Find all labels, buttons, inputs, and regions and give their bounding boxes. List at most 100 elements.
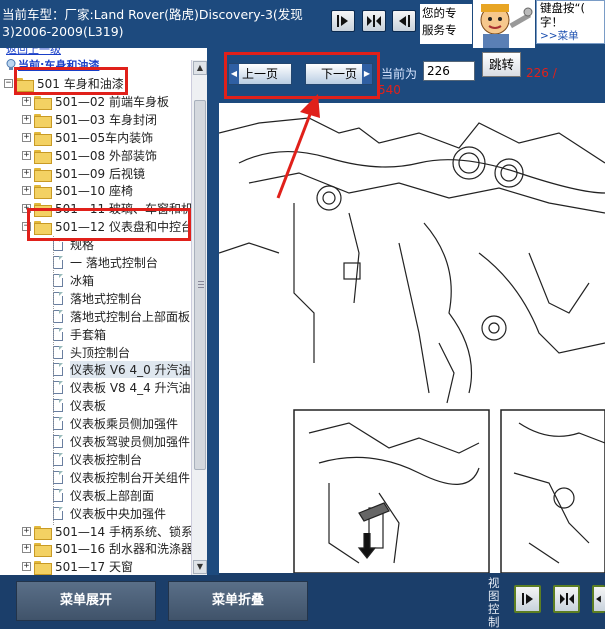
document-icon — [53, 309, 63, 323]
tree-folder-item[interactable]: +501—09 后视镜 — [22, 165, 145, 182]
arrow-left-icon — [399, 15, 410, 27]
vehicle-model-text: 当前车型：厂家:Land Rover(路虎)Discovery-3(发现3)20… — [2, 7, 303, 39]
folder-icon — [34, 149, 52, 164]
collapse-toggle-icon[interactable]: − — [4, 79, 13, 88]
tree-item-label: 501—17 天窗 — [55, 560, 133, 575]
tree-item-label: 501—05车内装饰 — [55, 130, 154, 145]
tree-doc-item[interactable]: 仪表板驾驶员侧加强件 — [53, 433, 190, 450]
document-icon — [53, 399, 63, 413]
jump-button[interactable]: 跳转 — [482, 52, 521, 77]
document-icon — [53, 452, 63, 466]
menu-expand-button[interactable]: 菜单展开 — [16, 581, 156, 621]
tree-item-label: 冰箱 — [70, 273, 95, 288]
document-icon — [53, 327, 63, 341]
folder-icon — [34, 542, 52, 558]
arrow-left-icon — [596, 595, 601, 603]
tree-guide-line — [53, 236, 54, 526]
expand-toggle-icon[interactable]: + — [22, 150, 31, 160]
tree-item-label: 仪表板 V6 4_0 升汽油 — [70, 361, 191, 379]
tree-item-label: 仪表板上部剖面 — [70, 488, 155, 503]
tree-item-label: 仪表板控制台开关组件 — [70, 470, 191, 485]
split-arrows-icon — [559, 593, 574, 605]
bottom-toolbar: 菜单展开 菜单折叠 视图控制 — [0, 575, 605, 629]
back-link[interactable]: 返回上一级 — [6, 48, 61, 57]
document-icon — [53, 381, 63, 395]
view-right-button[interactable] — [592, 585, 605, 613]
menu-link[interactable]: >>菜单 — [540, 29, 601, 43]
tree-doc-item[interactable]: 落地式控制台 — [53, 290, 142, 307]
red-arrow-icon — [276, 94, 320, 199]
arrow-right-icon — [337, 15, 348, 27]
tree-doc-item[interactable]: 仪表板控制台开关组件 — [53, 469, 190, 486]
scroll-thumb[interactable] — [194, 100, 206, 470]
folder-icon — [34, 560, 52, 575]
tree-folder-item[interactable]: +501—10 座椅 — [22, 182, 133, 200]
expand-toggle-icon[interactable]: + — [22, 168, 31, 178]
scroll-down-arrow-icon[interactable]: ▼ — [193, 560, 207, 574]
tree-item-label: 手套箱 — [70, 327, 107, 342]
expand-toggle-icon[interactable]: + — [22, 526, 31, 536]
tree-folder-item[interactable]: +501—02 前端车身板 — [22, 93, 169, 110]
tree-folder-item[interactable]: +501—08 外部装饰 — [22, 147, 157, 164]
tree-doc-item[interactable]: 手套箱 — [53, 326, 106, 343]
tree-item-label: 501—10 座椅 — [55, 184, 133, 199]
highlight-body-paint — [14, 67, 128, 95]
current-page-label: 当前为 — [381, 67, 418, 81]
arrow-right-icon — [521, 593, 533, 605]
tree-item-label: 仪表板 — [70, 399, 107, 414]
expand-toggle-icon[interactable]: + — [22, 562, 31, 572]
tip2-line2: 字！ — [540, 15, 563, 29]
view-center-button[interactable] — [553, 585, 580, 613]
page-number-input[interactable]: 226 — [423, 61, 475, 81]
tip-text-2: 服务专 — [422, 23, 457, 37]
split-arrows-icon — [367, 15, 381, 27]
tree-doc-item[interactable]: 仪表板上部剖面 — [53, 487, 154, 504]
expand-toggle-icon[interactable]: + — [22, 186, 31, 196]
folder-icon — [34, 184, 52, 200]
tree-doc-item[interactable]: 仪表板乘员侧加强件 — [53, 415, 178, 432]
view-next-button[interactable] — [392, 10, 416, 32]
tree-doc-item[interactable]: 头顶控制台 — [53, 344, 130, 361]
tree-doc-item[interactable]: 一 落地式控制台 — [53, 254, 158, 271]
tree-item-label: 仪表板控制台 — [70, 452, 143, 467]
document-icon — [53, 256, 63, 269]
tree-item-label: 501—03 车身封闭 — [55, 112, 157, 127]
header-bar: 当前车型：厂家:Land Rover(路虎)Discovery-3(发现3)20… — [0, 0, 605, 48]
folder-icon — [34, 113, 52, 128]
tree-doc-item[interactable]: 冰箱 — [53, 272, 94, 289]
tree-folder-item[interactable]: +501—05车内装饰 — [22, 129, 153, 146]
panel-divider[interactable] — [207, 48, 219, 575]
document-icon — [53, 345, 63, 359]
page-total-count: 540 — [378, 83, 401, 97]
expand-toggle-icon[interactable]: + — [22, 96, 31, 106]
folder-icon — [34, 131, 52, 146]
expand-toggle-icon[interactable]: + — [22, 114, 31, 124]
document-icon — [53, 488, 63, 502]
document-icon — [53, 291, 63, 305]
menu-collapse-button[interactable]: 菜单折叠 — [168, 581, 308, 621]
tree-doc-item[interactable]: 仪表板 — [53, 397, 106, 414]
tree-scrollbar[interactable]: ▲ ▼ — [191, 60, 207, 575]
tree-folder-item[interactable]: +501—17 天窗 — [22, 558, 133, 575]
tree-doc-item[interactable]: 仪表板控制台 — [53, 451, 142, 468]
tree-item-label: 501—14 手柄系统、锁系统 — [55, 524, 205, 539]
expand-toggle-icon[interactable]: + — [22, 132, 31, 142]
view-left-button[interactable] — [514, 585, 541, 613]
tree-folder-item[interactable]: +501—16 刮水器和洗涤器 — [22, 540, 193, 558]
tree-folder-item[interactable]: +501—03 车身封闭 — [22, 111, 157, 128]
tree-doc-item[interactable]: 仪表板 V6 4_0 升汽油 — [53, 361, 191, 379]
tree-doc-item[interactable]: 仪表板中央加强件 — [53, 505, 166, 522]
page-total-text: 226 / — [526, 66, 557, 80]
tree-item-label: 501—16 刮水器和洗涤器 — [55, 542, 193, 557]
document-icon — [53, 435, 63, 448]
highlight-dashboard-node — [27, 208, 191, 241]
tree-folder-item[interactable]: +501—14 手柄系统、锁系统 — [22, 523, 205, 540]
expand-toggle-icon[interactable]: + — [22, 544, 31, 554]
view-split-button[interactable] — [362, 10, 386, 32]
tree-doc-item[interactable]: 仪表板 V8 4_4 升汽油 — [53, 379, 191, 396]
tree-doc-item[interactable]: 落地式控制台上部面板 — [53, 308, 190, 325]
view-prev-button[interactable] — [331, 10, 355, 32]
scroll-up-arrow-icon[interactable]: ▲ — [193, 61, 207, 75]
service-tip: 您的专 服务专 — [420, 4, 472, 44]
document-icon — [53, 470, 63, 484]
